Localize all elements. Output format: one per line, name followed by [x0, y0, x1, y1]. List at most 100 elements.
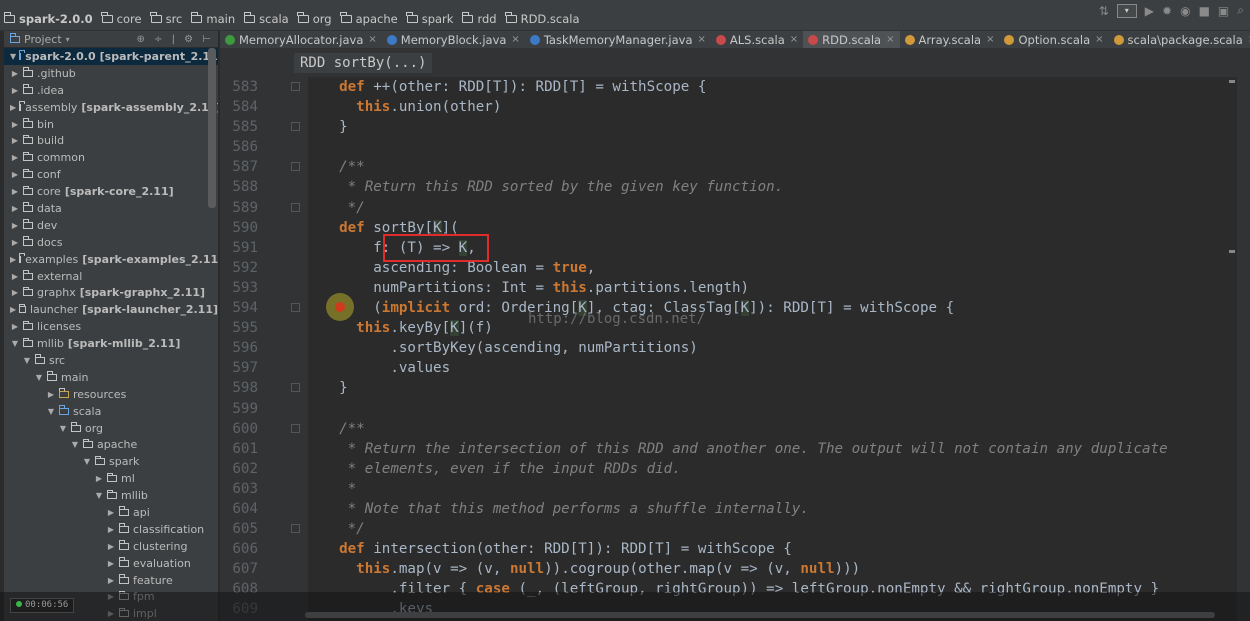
editor-tab[interactable]: MemoryBlock.java ×	[382, 31, 525, 48]
code-line[interactable]: 588 * Return this RDD sorted by the give…	[220, 177, 1237, 197]
tree-item[interactable]: ▶ build	[4, 132, 218, 149]
tree-item[interactable]: ▼ mllib	[4, 487, 218, 504]
close-tab-icon[interactable]: ×	[1095, 34, 1103, 45]
project-tree-scrollbar[interactable]	[208, 48, 216, 208]
project-dropdown-icon[interactable]: ▾	[66, 35, 70, 44]
collapsed-arrow-icon[interactable]: ▶	[10, 120, 20, 129]
collapsed-arrow-icon[interactable]: ▶	[106, 508, 116, 517]
collapsed-arrow-icon[interactable]: ▶	[10, 170, 20, 179]
collapsed-arrow-icon[interactable]: ▶	[10, 305, 16, 314]
run-icon[interactable]: ▶	[1145, 4, 1154, 18]
expanded-arrow-icon[interactable]: ▼	[10, 339, 20, 348]
code-line[interactable]: 592 ascending: Boolean = true,	[220, 258, 1237, 278]
project-settings-icons[interactable]: ⊕ ÷ | ⚙ ⊢	[136, 34, 214, 45]
nav-crumb[interactable]: spark	[403, 12, 459, 26]
tree-item[interactable]: ▶ assembly [spark-assembly_2.11]	[4, 99, 218, 116]
code-line[interactable]: 591 f: (T) => K,	[220, 238, 1237, 258]
error-stripe-mark[interactable]	[1229, 250, 1235, 253]
search-everywhere-icon[interactable]: ⌕	[1237, 3, 1244, 18]
tree-item[interactable]: ▶ .idea	[4, 82, 218, 99]
project-label[interactable]: Project	[24, 33, 62, 46]
fold-marker-icon[interactable]	[291, 423, 300, 433]
code-line[interactable]: 587 /**	[220, 157, 1237, 177]
collapsed-arrow-icon[interactable]: ▶	[10, 322, 20, 331]
collapsed-arrow-icon[interactable]: ▶	[94, 474, 104, 483]
expanded-arrow-icon[interactable]: ▼	[22, 356, 32, 365]
code-line[interactable]: 589 */	[220, 198, 1237, 218]
close-tab-icon[interactable]: ×	[886, 34, 894, 45]
tree-item[interactable]: ▶ examples [spark-examples_2.11]	[4, 251, 218, 268]
code-editor[interactable]: RDD sortBy(...) 583 def ++(other: RDD[T]…	[220, 49, 1237, 621]
tree-item[interactable]: ▼ apache	[4, 436, 218, 453]
run-config-combo[interactable]: ▾	[1116, 3, 1137, 18]
code-line[interactable]: 598 }	[220, 378, 1237, 398]
collapsed-arrow-icon[interactable]: ▶	[10, 136, 20, 145]
nav-crumb[interactable]: RDD.scala	[502, 12, 585, 26]
close-tab-icon[interactable]: ×	[790, 34, 798, 45]
collapsed-arrow-icon[interactable]: ▶	[106, 559, 116, 568]
tree-item[interactable]: ▶ feature	[4, 572, 218, 589]
expanded-arrow-icon[interactable]: ▼	[58, 424, 68, 433]
code-line[interactable]: 604 * Note that this method performs a s…	[220, 499, 1237, 519]
debug-icon[interactable]: ✹	[1162, 4, 1172, 18]
expanded-arrow-icon[interactable]: ▼	[46, 407, 56, 416]
collapsed-arrow-icon[interactable]: ▶	[10, 238, 20, 247]
tree-item[interactable]: ▶ core [spark-core_2.11]	[4, 183, 218, 200]
tree-item[interactable]: ▶ data	[4, 200, 218, 217]
tree-item[interactable]: ▶ .github	[4, 65, 218, 82]
tree-item[interactable]: ▼ org	[4, 420, 218, 437]
tree-item[interactable]: ▶ licenses	[4, 318, 218, 335]
tree-item[interactable]: ▼ src	[4, 352, 218, 369]
fold-marker-icon[interactable]	[291, 303, 300, 313]
code-line[interactable]: 605 */	[220, 519, 1237, 539]
collapsed-arrow-icon[interactable]: ▶	[10, 69, 20, 78]
code-line[interactable]: 599	[220, 399, 1237, 419]
editor-right-scroll-strip[interactable]	[1237, 49, 1250, 621]
collapsed-arrow-icon[interactable]: ▶	[10, 153, 20, 162]
editor-tab[interactable]: RDD.scala ×	[803, 31, 900, 48]
fold-marker-icon[interactable]	[291, 383, 300, 393]
code-line[interactable]: 586	[220, 137, 1237, 157]
editor-tab[interactable]: Array.scala ×	[900, 31, 1000, 48]
nav-crumb[interactable]: main	[187, 12, 240, 26]
nav-crumb[interactable]: src	[147, 12, 188, 26]
collapsed-arrow-icon[interactable]: ▶	[10, 103, 16, 112]
tree-item[interactable]: ▶ conf	[4, 166, 218, 183]
tree-item[interactable]: ▶ bin	[4, 116, 218, 133]
code-line[interactable]: 585 }	[220, 117, 1237, 137]
editor-tab[interactable]: MemoryAllocator.java ×	[220, 31, 382, 48]
structure-icon[interactable]: ▣	[1218, 4, 1229, 18]
tree-item[interactable]: ▶ launcher [spark-launcher_2.11]	[4, 301, 218, 318]
code-line[interactable]: 595 this.keyBy[K](f)	[220, 318, 1237, 338]
stop-icon[interactable]: ■	[1199, 4, 1210, 18]
code-line[interactable]: 594 (implicit ord: Ordering[K], ctag: Cl…	[220, 298, 1237, 318]
menu-bar[interactable]	[0, 0, 1250, 8]
expanded-arrow-icon[interactable]: ▼	[94, 491, 104, 500]
expanded-arrow-icon[interactable]: ▼	[10, 52, 16, 61]
code-line[interactable]: 601 * Return the intersection of this RD…	[220, 439, 1237, 459]
breakpoint-icon[interactable]	[335, 302, 345, 312]
collapsed-arrow-icon[interactable]: ▶	[106, 525, 116, 534]
tree-item[interactable]: ▼ spark	[4, 453, 218, 470]
editor-tab[interactable]: scala\package.scala×	[1109, 31, 1250, 48]
code-line[interactable]: 596 .sortByKey(ascending, numPartitions)	[220, 338, 1237, 358]
tree-item[interactable]: ▶ evaluation	[4, 555, 218, 572]
editor-breadcrumb[interactable]: RDD sortBy(...)	[294, 53, 433, 73]
code-line[interactable]: 602 * elements, even if the input RDDs d…	[220, 459, 1237, 479]
collapsed-arrow-icon[interactable]: ▶	[10, 86, 20, 95]
error-stripe-mark[interactable]	[1229, 80, 1235, 83]
tree-item[interactable]: ▼ scala	[4, 403, 218, 420]
fold-marker-icon[interactable]	[291, 162, 300, 172]
close-tab-icon[interactable]: ×	[368, 34, 376, 45]
collapsed-arrow-icon[interactable]: ▶	[106, 542, 116, 551]
tree-item[interactable]: ▶ clustering	[4, 538, 218, 555]
tree-item[interactable]: ▶ graphx [spark-graphx_2.11]	[4, 284, 218, 301]
nav-crumb[interactable]: core	[98, 12, 147, 26]
fold-marker-icon[interactable]	[291, 202, 300, 212]
tree-item[interactable]: ▶ classification	[4, 521, 218, 538]
tree-item[interactable]: ▼spark-2.0.0[spark-parent_2.11]D:\sp	[4, 48, 218, 65]
nav-crumb[interactable]: rdd	[458, 12, 501, 26]
tree-item[interactable]: ▶ external	[4, 268, 218, 285]
code-line[interactable]: 593 numPartitions: Int = this.partitions…	[220, 278, 1237, 298]
collapsed-arrow-icon[interactable]: ▶	[10, 221, 20, 230]
